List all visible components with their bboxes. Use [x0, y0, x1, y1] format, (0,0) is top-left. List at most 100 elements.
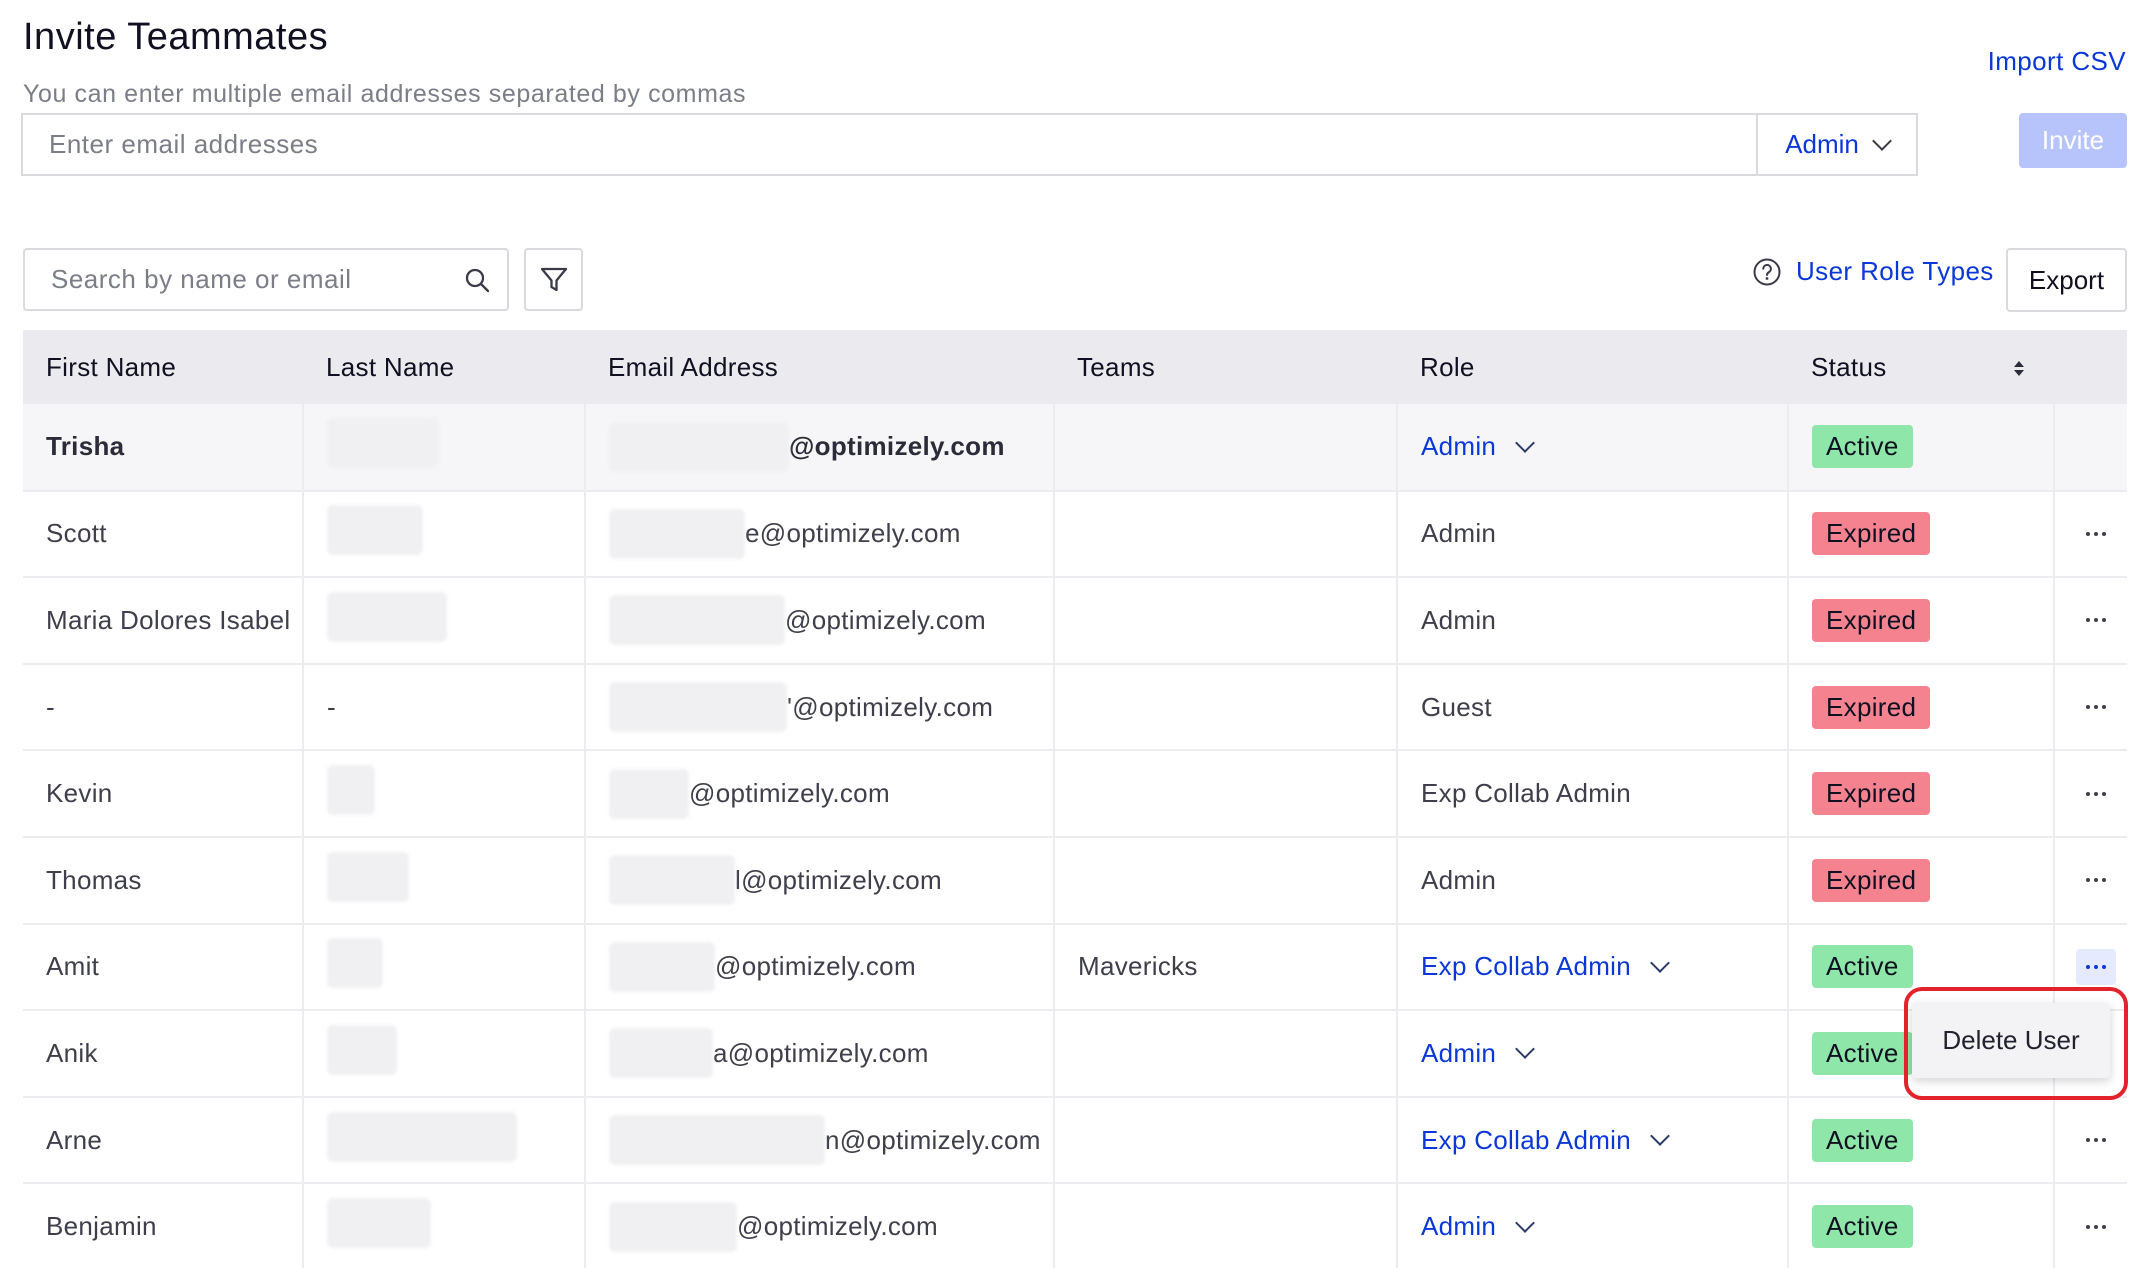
- role-dropdown[interactable]: Exp Collab Admin: [1421, 1124, 1670, 1156]
- import-csv-link[interactable]: Import CSV: [1988, 46, 2126, 77]
- last-name-redacted: [327, 418, 439, 469]
- status-badge: Expired: [1812, 685, 1931, 729]
- status-badge: Active: [1812, 1031, 1913, 1075]
- status-badge: Expired: [1812, 512, 1931, 556]
- table-row[interactable]: Kevin @optimizely.com Exp Collab Admin E…: [23, 750, 2127, 838]
- email-cell: '@optimizely.com: [787, 691, 994, 722]
- search-box: [23, 248, 509, 311]
- role-dropdown[interactable]: Exp Collab Admin: [1421, 951, 1670, 982]
- role-dropdown[interactable]: Admin: [1421, 1038, 1536, 1069]
- last-name-redacted: [327, 1111, 517, 1162]
- status-badge: Active: [1812, 1118, 1913, 1162]
- chevron-down-icon: [1650, 1126, 1670, 1146]
- role-cell: Admin: [1396, 577, 1788, 665]
- role-dropdown[interactable]: Admin: [1421, 1211, 1536, 1242]
- email-cell: @optimizely.com: [715, 951, 916, 982]
- last-name-redacted: [327, 1024, 397, 1075]
- column-header-role[interactable]: Role: [1397, 330, 1788, 404]
- chevron-down-icon: [1515, 432, 1536, 453]
- user-role-types-label: User Role Types: [1796, 256, 1994, 286]
- teams-cell: [1053, 404, 1397, 492]
- role-value: Admin: [1421, 1211, 1497, 1242]
- table-row[interactable]: Maria Dolores Isabel @optimizely.com Adm…: [23, 577, 2127, 665]
- email-redacted: [609, 421, 789, 472]
- email-cell: @optimizely.com: [785, 604, 986, 635]
- role-value: Exp Collab Admin: [1421, 1124, 1632, 1155]
- chevron-down-icon: [1515, 1212, 1536, 1233]
- status-badge: Active: [1812, 1205, 1913, 1249]
- first-name-cell: Trisha: [46, 431, 125, 462]
- filter-button[interactable]: [524, 248, 583, 311]
- help-circle-icon: [1753, 258, 1781, 285]
- table-header-row: First Name Last Name Email Address Teams…: [23, 330, 2127, 404]
- more-actions-button[interactable]: [2076, 689, 2116, 725]
- user-role-types-link[interactable]: User Role Types: [1752, 256, 1994, 287]
- teams-cell: [1053, 490, 1397, 579]
- first-name-cell: Scott: [23, 490, 303, 579]
- chevron-down-icon: [1871, 130, 1892, 151]
- teams-cell: [1053, 750, 1397, 838]
- invite-bar: Admin: [21, 113, 1918, 176]
- export-button[interactable]: Export: [2006, 248, 2127, 312]
- table-row[interactable]: - - '@optimizely.com Guest Expired: [23, 663, 2127, 752]
- column-header-email[interactable]: Email Address: [585, 330, 1054, 404]
- email-redacted: [609, 1028, 713, 1079]
- first-name-cell: Benjamin: [23, 1183, 303, 1268]
- page-title: Invite Teammates: [23, 16, 329, 58]
- status-badge: Active: [1812, 425, 1913, 469]
- table-row[interactable]: Thomas l@optimizely.com Admin Expired: [23, 836, 2127, 925]
- status-badge: Expired: [1812, 858, 1931, 902]
- more-actions-button[interactable]: [2076, 516, 2116, 552]
- role-cell: Exp Collab Admin: [1396, 750, 1788, 838]
- table-row[interactable]: Arne n@optimizely.com Exp Collab Admin A…: [23, 1096, 2127, 1185]
- email-cell: @optimizely.com: [789, 431, 1005, 462]
- column-header-status-label: Status: [1811, 351, 1887, 382]
- first-name-cell: -: [23, 663, 303, 752]
- email-cell: e@optimizely.com: [745, 518, 961, 549]
- first-name-cell: Thomas: [23, 836, 303, 925]
- invite-role-select[interactable]: Admin: [1756, 115, 1916, 174]
- more-actions-button[interactable]: [2076, 862, 2116, 898]
- email-cell: @optimizely.com: [737, 1211, 938, 1242]
- status-badge: Expired: [1812, 772, 1931, 816]
- invite-button[interactable]: Invite: [2019, 113, 2127, 168]
- teams-cell: [1053, 1096, 1397, 1185]
- more-actions-button[interactable]: [2076, 776, 2116, 812]
- more-actions-button[interactable]: [2076, 948, 2116, 985]
- email-redacted: [609, 682, 787, 733]
- more-actions-button[interactable]: [2076, 602, 2116, 638]
- table-row[interactable]: Scott e@optimizely.com Admin Expired: [23, 490, 2127, 579]
- sort-icon[interactable]: [2014, 361, 2025, 377]
- role-dropdown[interactable]: Admin: [1421, 431, 1536, 462]
- more-actions-button[interactable]: [2076, 1209, 2116, 1245]
- column-header-status[interactable]: Status: [1788, 330, 2054, 404]
- last-name-redacted: [327, 1198, 431, 1249]
- table-row[interactable]: Anik a@optimizely.com Admin Active: [23, 1010, 2127, 1098]
- column-header-teams[interactable]: Teams: [1054, 330, 1397, 404]
- search-icon[interactable]: [447, 267, 507, 293]
- chevron-down-icon: [1650, 952, 1670, 973]
- invite-role-value: Admin: [1785, 129, 1859, 159]
- email-redacted: [609, 1115, 825, 1166]
- actions-cell: [2053, 404, 2127, 492]
- role-value: Exp Collab Admin: [1421, 951, 1632, 982]
- email-addresses-input[interactable]: [23, 115, 1756, 174]
- teams-cell: Mavericks: [1053, 923, 1397, 1012]
- teams-cell: [1053, 1183, 1397, 1268]
- email-redacted: [609, 1201, 737, 1252]
- more-actions-button[interactable]: [2076, 1122, 2116, 1158]
- table-row[interactable]: Amit @optimizely.com Mavericks Exp Colla…: [23, 923, 2127, 1012]
- role-cell: Admin: [1396, 836, 1788, 925]
- column-header-actions: [2054, 330, 2127, 404]
- table-row[interactable]: Benjamin @optimizely.com Admin Active: [23, 1183, 2127, 1268]
- column-header-last-name[interactable]: Last Name: [303, 330, 585, 404]
- delete-user-menu-item[interactable]: Delete User: [1912, 1003, 2110, 1078]
- last-name-redacted: [327, 505, 423, 556]
- column-header-first-name[interactable]: First Name: [23, 330, 303, 404]
- teams-cell: [1053, 1010, 1397, 1098]
- table-row[interactable]: Trisha @optimizely.com Admin Active: [23, 404, 2127, 492]
- first-name-cell: Anik: [23, 1010, 303, 1098]
- search-input[interactable]: [25, 264, 447, 295]
- first-name-cell: Amit: [23, 923, 303, 1012]
- last-name-redacted: [327, 851, 409, 902]
